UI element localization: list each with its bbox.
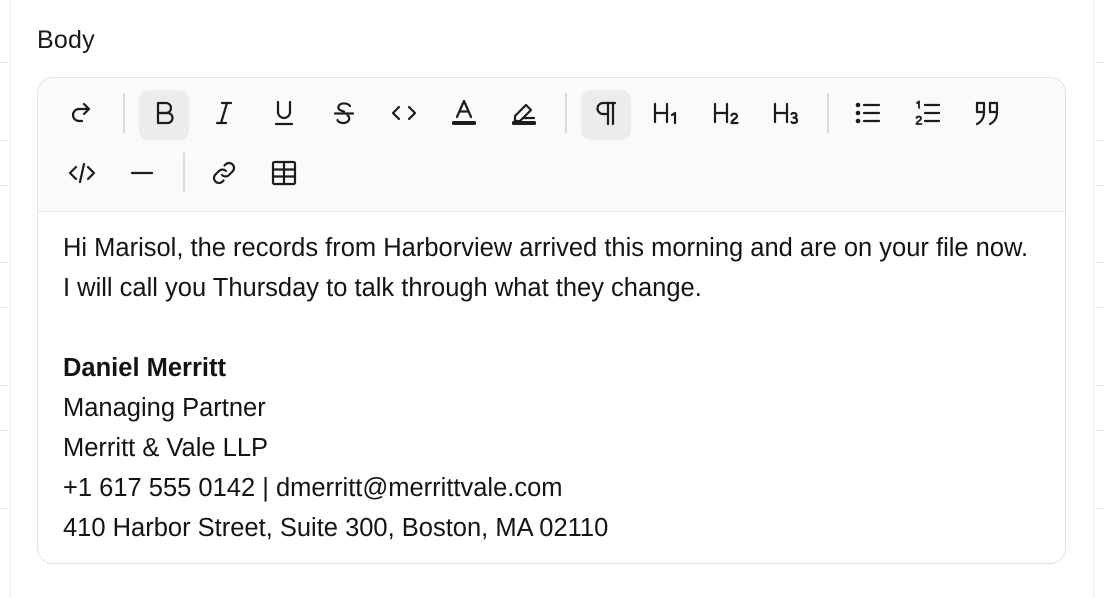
italic-icon [209,98,239,133]
background-page-edge-right [1093,0,1104,598]
link-icon [209,158,239,193]
horizontal-rule-icon [127,158,157,193]
message-paragraph: Hi Marisol, the records from Harborview … [63,234,1029,302]
toolbar-separator [183,153,185,193]
signature-contact: +1 617 555 0142 | dmerritt@merrittvale.c… [63,474,563,502]
background-page-edge-left [0,0,11,598]
horizontal-rule-button[interactable] [117,150,167,200]
highlight-button[interactable] [499,90,549,140]
strikethrough-button[interactable] [319,90,369,140]
code-block-icon [67,158,97,193]
bullet-list-icon [853,98,883,133]
redo-icon [67,98,97,133]
heading-3-icon [771,98,801,133]
editor-content[interactable]: Hi Marisol, the records from Harborview … [63,228,1040,548]
quote-icon [973,98,1003,133]
text-color-button[interactable] [439,90,489,140]
strikethrough-icon [329,98,359,133]
code-icon [389,98,419,133]
pilcrow-icon [591,98,621,133]
link-button[interactable] [199,150,249,200]
toolbar-separator [123,93,125,133]
signature-address: 410 Harbor Street, Suite 300, Boston, MA… [63,514,609,542]
signature-firm: Merritt & Vale LLP [63,434,269,462]
ordered-list-button[interactable] [903,90,953,140]
underline-icon [269,98,299,133]
bold-icon [149,98,179,133]
table-button[interactable] [259,150,309,200]
toolbar-separator [827,93,829,133]
underline-button[interactable] [259,90,309,140]
text-color-icon [449,98,479,133]
numbered-list-icon [913,98,943,133]
paragraph-button[interactable] [581,90,631,140]
heading-1-button[interactable] [641,90,691,140]
heading-2-button[interactable] [701,90,751,140]
rich-text-editor: Hi Marisol, the records from Harborview … [37,77,1066,564]
heading-2-icon [711,98,741,133]
blockquote-button[interactable] [963,90,1013,140]
editor-toolbar [38,78,1065,212]
bullet-list-button[interactable] [843,90,893,140]
heading-3-button[interactable] [761,90,811,140]
heading-1-icon [651,98,681,133]
body-field-label: Body [37,26,95,54]
code-block-button[interactable] [57,150,107,200]
redo-button[interactable] [57,90,107,140]
toolbar-separator [565,93,567,133]
signature-title: Managing Partner [63,394,266,422]
inline-code-button[interactable] [379,90,429,140]
table-icon [269,158,299,193]
italic-button[interactable] [199,90,249,140]
signature-name: Daniel Merritt [63,354,226,382]
page: Body Hi Marisol, the records from Harbor… [0,0,1104,598]
bold-button[interactable] [139,90,189,140]
highlighter-icon [509,98,539,133]
